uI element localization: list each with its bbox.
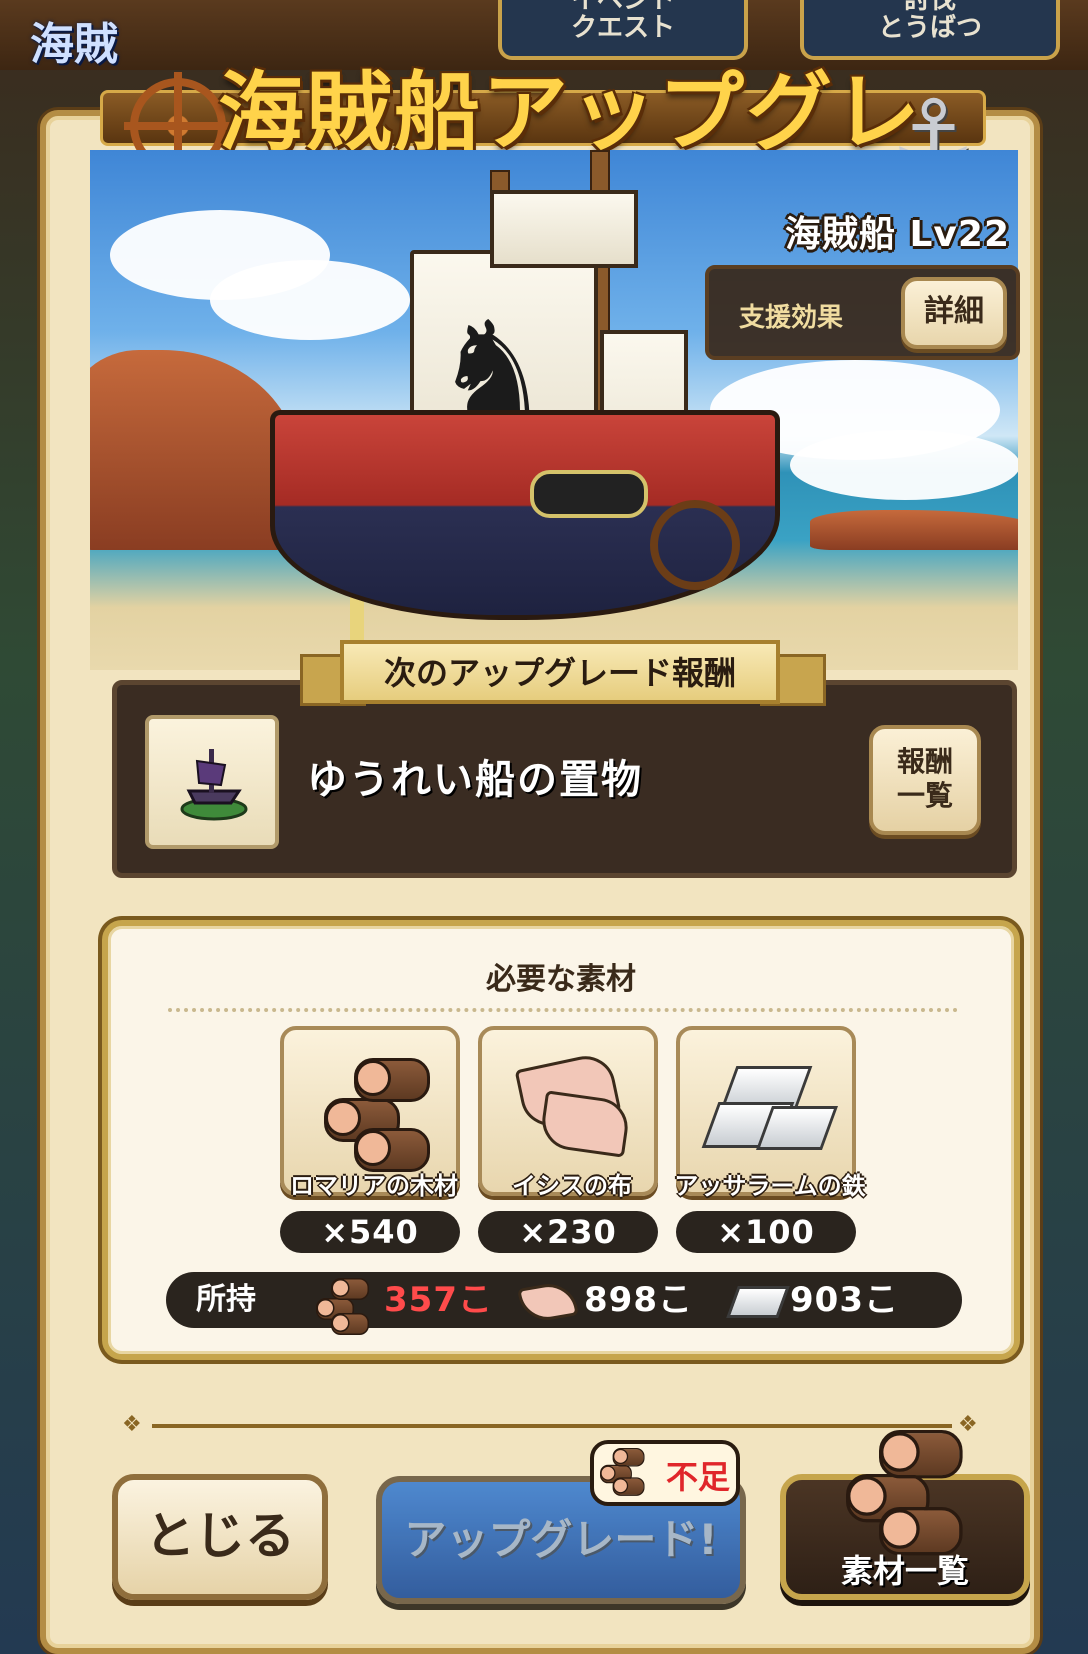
reward-item-thumbnail[interactable] [145, 715, 279, 849]
reward-ribbon-text: 次のアップグレード報酬 [340, 640, 780, 704]
shortage-badge: 不足 [590, 1440, 740, 1506]
materials-title: 必要な素材 [486, 962, 636, 997]
material-list-label: 素材一覧 [840, 1552, 969, 1590]
cloud [210, 260, 410, 340]
title-banner: 海賊船アップグレード ⚓ [40, 30, 1040, 288]
reward-ribbon: 次のアップグレード報酬 [300, 640, 826, 712]
cannon [530, 470, 648, 518]
divider-cap-right: ❖ [958, 1412, 978, 1437]
owned-materials-bar: 所持 357こ 898こ 903こ [166, 1272, 962, 1335]
divider-cap-left: ❖ [122, 1412, 142, 1437]
cliff [90, 350, 300, 550]
dotted-divider [168, 1008, 958, 1012]
ship-level: 海賊船 Lv22 [784, 214, 1010, 255]
ingot-icon [726, 1286, 790, 1318]
ghost-ship-figurine-icon [180, 749, 248, 821]
material-card[interactable]: アッサラームの鉄 [674, 1026, 866, 1200]
material-list-button[interactable]: 素材一覧 [780, 1430, 1030, 1600]
reward-list-label-1: 報酬 [896, 745, 953, 778]
reward-list-label-2: 一覧 [896, 779, 953, 812]
reward-item-name: ゆうれい船の置物 [307, 757, 643, 803]
top-sail [490, 190, 638, 268]
cloth-icon [517, 1279, 579, 1325]
cloud [790, 430, 1018, 500]
owned-cloth-count: 898こ [584, 1280, 693, 1320]
close-button[interactable]: とじる [112, 1474, 328, 1600]
required-materials-panel: 必要な素材 ロマリアの木材 イシスの布 アッサラームの鉄 ×540 ×230 ×… [102, 920, 1020, 1360]
material-card[interactable]: イシスの布 [478, 1026, 658, 1200]
material-name: ロマリアの木材 [290, 1172, 458, 1200]
ornamental-divider: ❖ ❖ [122, 1414, 982, 1436]
ingot-icon-layer [755, 1106, 839, 1150]
ship-wheel [650, 500, 740, 590]
reward-list-button[interactable]: 報酬 一覧 [869, 725, 981, 835]
material-name: イシスの布 [512, 1172, 632, 1200]
material-name: アッサラームの鉄 [674, 1172, 866, 1200]
owned-label: 所持 [196, 1282, 256, 1317]
detail-button[interactable]: 詳細 [901, 277, 1007, 349]
material-required-qty: ×100 [676, 1211, 856, 1253]
support-effect-panel: 支援効果 詳細 [705, 265, 1020, 360]
owned-wood-count: 357こ [384, 1280, 493, 1320]
support-effect-label: 支援効果 [739, 303, 844, 333]
material-card[interactable]: ロマリアの木材 [280, 1026, 460, 1200]
owned-iron-count: 903こ [790, 1280, 899, 1320]
shortage-label: 不足 [666, 1458, 731, 1496]
material-required-qty: ×230 [478, 1211, 658, 1253]
cliff [810, 510, 1018, 550]
material-required-qty: ×540 [280, 1211, 460, 1253]
divider-line [152, 1424, 952, 1428]
